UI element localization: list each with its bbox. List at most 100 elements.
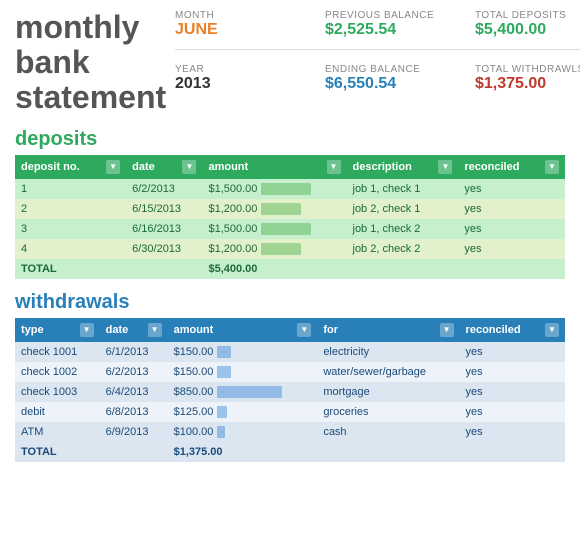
withdrawal-date-cell: 6/2/2013 xyxy=(100,362,168,382)
deposit-no-cell: 1 xyxy=(15,179,126,199)
deposits-section: deposits deposit no. ▼ date ▼ xyxy=(15,128,565,279)
deposits-total-label: TOTAL xyxy=(15,259,126,279)
stat-year: YEAR 2013 xyxy=(175,64,295,93)
withdrawal-for-cell: cash xyxy=(317,422,459,442)
deposits-total-row: TOTAL $5,400.00 xyxy=(15,259,565,279)
withdrawals-col-for[interactable]: for ▼ xyxy=(317,318,459,342)
withdrawal-for-cell: electricity xyxy=(317,342,459,362)
deposit-date-cell: 6/16/2013 xyxy=(126,219,202,239)
withdrawals-col-date[interactable]: date ▼ xyxy=(100,318,168,342)
withdrawals-section: withdrawals type ▼ date ▼ xyxy=(15,291,565,462)
withdrawal-type-cell: check 1001 xyxy=(15,342,100,362)
withdrawal-date-cell: 6/1/2013 xyxy=(100,342,168,362)
deposit-date-dropdown-icon[interactable]: ▼ xyxy=(182,160,196,174)
deposit-no-cell: 3 xyxy=(15,219,126,239)
withdrawal-reconciled-dropdown-icon[interactable]: ▼ xyxy=(545,323,559,337)
deposit-row: 2 6/15/2013 $1,200.00 job 2, check 1 yes xyxy=(15,199,565,219)
stat-total-deposits: TOTAL DEPOSITS $5,400.00 xyxy=(475,10,580,39)
deposits-col-reconciled[interactable]: reconciled ▼ xyxy=(458,155,565,179)
deposit-date-cell: 6/2/2013 xyxy=(126,179,202,199)
withdrawal-type-cell: check 1003 xyxy=(15,382,100,402)
deposit-no-dropdown-icon[interactable]: ▼ xyxy=(106,160,120,174)
withdrawals-col-type[interactable]: type ▼ xyxy=(15,318,100,342)
withdrawal-row: check 1001 6/1/2013 $150.00 electricity … xyxy=(15,342,565,362)
withdrawal-reconciled-cell: yes xyxy=(460,402,565,422)
deposit-description-dropdown-icon[interactable]: ▼ xyxy=(438,160,452,174)
deposit-date-cell: 6/15/2013 xyxy=(126,199,202,219)
deposit-description-cell: job 2, check 1 xyxy=(347,199,459,219)
deposit-reconciled-dropdown-icon[interactable]: ▼ xyxy=(545,160,559,174)
withdrawals-col-reconciled[interactable]: reconciled ▼ xyxy=(460,318,565,342)
withdrawal-for-dropdown-icon[interactable]: ▼ xyxy=(440,323,454,337)
withdrawal-reconciled-cell: yes xyxy=(460,342,565,362)
deposit-reconciled-cell: yes xyxy=(458,179,565,199)
withdrawal-for-cell: groceries xyxy=(317,402,459,422)
withdrawal-type-dropdown-icon[interactable]: ▼ xyxy=(80,323,94,337)
deposit-description-cell: job 2, check 2 xyxy=(347,239,459,259)
deposits-table: deposit no. ▼ date ▼ amount ▼ xyxy=(15,155,565,279)
withdrawal-row: debit 6/8/2013 $125.00 groceries yes xyxy=(15,402,565,422)
deposit-amount-dropdown-icon[interactable]: ▼ xyxy=(327,160,341,174)
header: monthly bank statement MONTH JUNE PREVIO… xyxy=(15,10,565,116)
deposit-description-cell: job 1, check 1 xyxy=(347,179,459,199)
withdrawal-row: check 1002 6/2/2013 $150.00 water/sewer/… xyxy=(15,362,565,382)
deposit-amount-cell: $1,200.00 xyxy=(202,199,346,219)
deposit-amount-cell: $1,500.00 xyxy=(202,179,346,199)
withdrawal-reconciled-cell: yes xyxy=(460,422,565,442)
stat-month: MONTH JUNE xyxy=(175,10,295,39)
main-title: monthly bank statement xyxy=(15,10,155,116)
deposits-col-no[interactable]: deposit no. ▼ xyxy=(15,155,126,179)
withdrawals-total-value: $1,375.00 xyxy=(168,442,318,462)
deposits-col-date[interactable]: date ▼ xyxy=(126,155,202,179)
deposits-title: deposits xyxy=(15,128,565,151)
deposit-reconciled-cell: yes xyxy=(458,199,565,219)
withdrawal-type-cell: debit xyxy=(15,402,100,422)
deposit-row: 1 6/2/2013 $1,500.00 job 1, check 1 yes xyxy=(15,179,565,199)
withdrawal-row: check 1003 6/4/2013 $850.00 mortgage yes xyxy=(15,382,565,402)
deposit-reconciled-cell: yes xyxy=(458,219,565,239)
deposits-total-value: $5,400.00 xyxy=(202,259,346,279)
withdrawals-table: type ▼ date ▼ amount ▼ xyxy=(15,318,565,462)
withdrawal-row: ATM 6/9/2013 $100.00 cash yes xyxy=(15,422,565,442)
withdrawal-amount-cell: $150.00 xyxy=(168,362,318,382)
stats-row-2: YEAR 2013 ENDING BALANCE $6,550.54 TOTAL… xyxy=(175,64,580,93)
stat-ending-balance: ENDING BALANCE $6,550.54 xyxy=(325,64,445,93)
deposit-amount-cell: $1,500.00 xyxy=(202,219,346,239)
deposits-col-amount[interactable]: amount ▼ xyxy=(202,155,346,179)
withdrawal-reconciled-cell: yes xyxy=(460,382,565,402)
withdrawal-date-dropdown-icon[interactable]: ▼ xyxy=(148,323,162,337)
deposit-date-cell: 6/30/2013 xyxy=(126,239,202,259)
withdrawal-for-cell: mortgage xyxy=(317,382,459,402)
withdrawal-type-cell: ATM xyxy=(15,422,100,442)
withdrawal-amount-cell: $850.00 xyxy=(168,382,318,402)
stats-row-1: MONTH JUNE PREVIOUS BALANCE $2,525.54 TO… xyxy=(175,10,580,39)
withdrawal-date-cell: 6/4/2013 xyxy=(100,382,168,402)
withdrawal-date-cell: 6/8/2013 xyxy=(100,402,168,422)
deposit-description-cell: job 1, check 2 xyxy=(347,219,459,239)
deposit-reconciled-cell: yes xyxy=(458,239,565,259)
withdrawal-amount-cell: $150.00 xyxy=(168,342,318,362)
deposit-amount-cell: $1,200.00 xyxy=(202,239,346,259)
deposit-row: 3 6/16/2013 $1,500.00 job 1, check 2 yes xyxy=(15,219,565,239)
withdrawals-title: withdrawals xyxy=(15,291,565,314)
stats-block: MONTH JUNE PREVIOUS BALANCE $2,525.54 TO… xyxy=(175,10,580,93)
withdrawal-type-cell: check 1002 xyxy=(15,362,100,382)
deposits-col-description[interactable]: description ▼ xyxy=(347,155,459,179)
deposit-row: 4 6/30/2013 $1,200.00 job 2, check 2 yes xyxy=(15,239,565,259)
deposit-no-cell: 2 xyxy=(15,199,126,219)
deposits-header-row: deposit no. ▼ date ▼ amount ▼ xyxy=(15,155,565,179)
stat-prev-balance: PREVIOUS BALANCE $2,525.54 xyxy=(325,10,445,39)
withdrawal-amount-dropdown-icon[interactable]: ▼ xyxy=(297,323,311,337)
withdrawals-total-label: TOTAL xyxy=(15,442,100,462)
withdrawals-total-row: TOTAL $1,375.00 xyxy=(15,442,565,462)
withdrawals-col-amount[interactable]: amount ▼ xyxy=(168,318,318,342)
withdrawal-amount-cell: $100.00 xyxy=(168,422,318,442)
withdrawal-date-cell: 6/9/2013 xyxy=(100,422,168,442)
withdrawal-for-cell: water/sewer/garbage xyxy=(317,362,459,382)
stat-total-withdrawals: TOTAL WITHDRAWLS $1,375.00 xyxy=(475,64,580,93)
deposit-no-cell: 4 xyxy=(15,239,126,259)
title-block: monthly bank statement xyxy=(15,10,155,116)
withdrawal-amount-cell: $125.00 xyxy=(168,402,318,422)
withdrawal-reconciled-cell: yes xyxy=(460,362,565,382)
withdrawals-header-row: type ▼ date ▼ amount ▼ xyxy=(15,318,565,342)
